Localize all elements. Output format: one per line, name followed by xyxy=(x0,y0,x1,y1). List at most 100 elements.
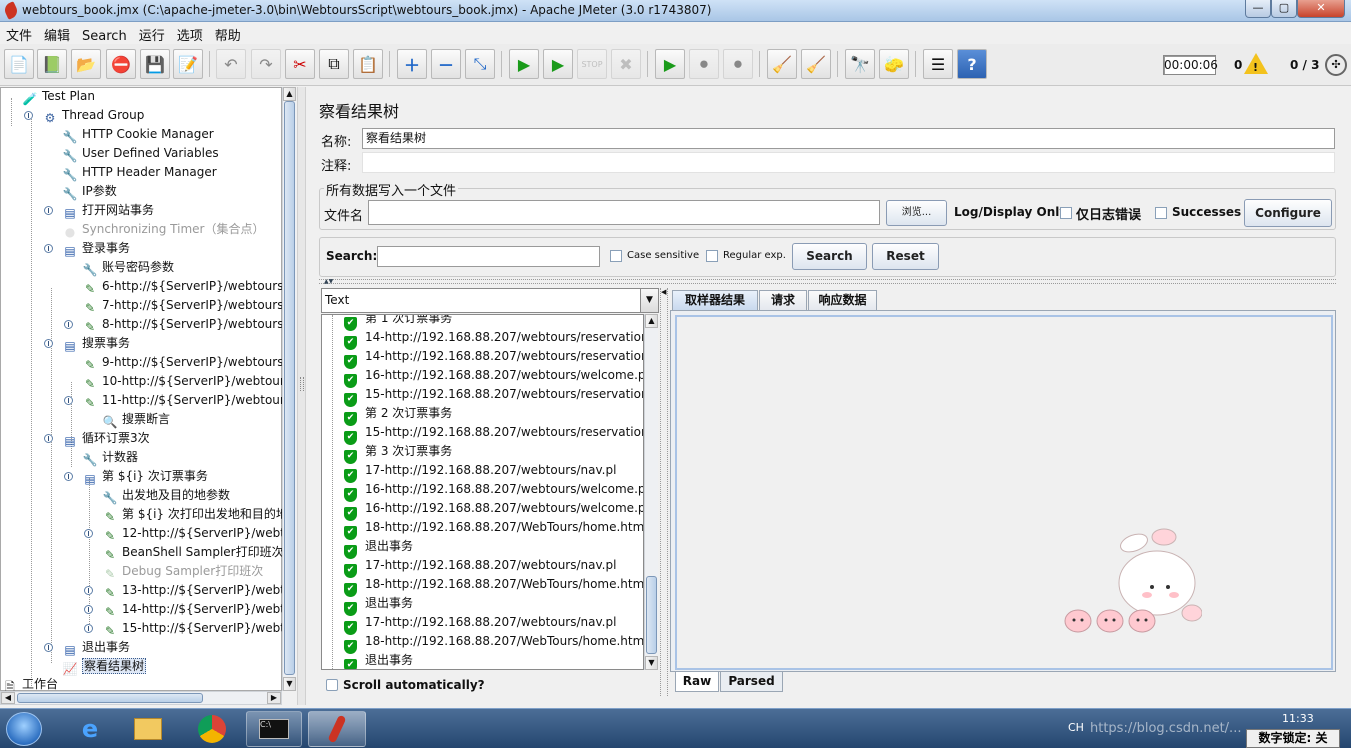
minimize-button[interactable]: — xyxy=(1245,0,1271,18)
tree-node[interactable]: ✎ 6-http://${ServerIP}/webtours/log xyxy=(82,277,282,296)
tree-node[interactable]: ✎ Debug Sampler打印班次 xyxy=(102,562,263,581)
tree-node[interactable]: ▤ 登录事务 xyxy=(62,239,130,258)
remote-shutdown-icon[interactable]: ⚫ xyxy=(723,49,753,79)
chevron-down-icon[interactable]: ▼ xyxy=(640,289,658,312)
expand-all-icon[interactable]: ＋ xyxy=(397,49,427,79)
result-item[interactable]: ✔ 14-http://192.168.88.207/webtours/reser… xyxy=(344,328,643,350)
tree-node[interactable]: 🔧 账号密码参数 xyxy=(82,258,175,277)
comment-input[interactable] xyxy=(362,152,1335,173)
clear-all-icon[interactable]: 🧹 xyxy=(801,49,831,79)
tree-node[interactable]: ✎ BeanShell Sampler打印班次 xyxy=(102,543,282,562)
result-item[interactable]: ✔ 第 1 次订票事务 xyxy=(344,315,452,331)
tab-response-data[interactable]: 响应数据 xyxy=(808,290,877,310)
scroll-up-icon[interactable]: ▲ xyxy=(645,314,658,328)
explorer-taskbar-button[interactable] xyxy=(120,711,176,747)
successes-checkbox[interactable] xyxy=(1155,207,1167,219)
copy-icon[interactable]: ⧉ xyxy=(319,49,349,79)
results-splitter[interactable] xyxy=(660,288,668,696)
tree-node[interactable]: ✎ 12-http://${ServerIP}/webtour xyxy=(102,524,282,543)
tree-expand-toggle[interactable] xyxy=(64,472,73,481)
shutdown-icon[interactable]: ✖ xyxy=(611,49,641,79)
result-item[interactable]: ✔ 退出事务 xyxy=(344,537,413,559)
remote-stop-icon[interactable]: ⚫ xyxy=(689,49,719,79)
scroll-down-icon[interactable]: ▼ xyxy=(283,677,296,691)
result-item[interactable]: ✔ 退出事务 xyxy=(344,651,413,669)
cmd-taskbar-button[interactable]: C:\ xyxy=(246,711,302,747)
tree-expand-toggle[interactable] xyxy=(84,605,93,614)
tree-expand-toggle[interactable] xyxy=(84,586,93,595)
horizontal-divider[interactable] xyxy=(319,279,1336,284)
start-icon[interactable]: ▶ xyxy=(509,49,539,79)
result-item[interactable]: ✔ 15-http://192.168.88.207/webtours/reser… xyxy=(344,423,643,445)
result-item[interactable]: ✔ 第 3 次订票事务 xyxy=(344,442,452,464)
scroll-right-icon[interactable]: ▶ xyxy=(267,692,281,704)
reset-button[interactable]: Reset xyxy=(872,243,939,270)
tree-expand-toggle[interactable] xyxy=(44,244,53,253)
browse-button[interactable]: 浏览... xyxy=(886,200,947,226)
tree-node[interactable]: 🔧 User Defined Variables xyxy=(62,144,219,163)
result-item[interactable]: ✔ 14-http://192.168.88.207/webtours/reser… xyxy=(344,347,643,369)
sampler-result-area[interactable] xyxy=(675,315,1333,670)
scroll-left-icon[interactable]: ◀ xyxy=(1,692,15,704)
tree-node[interactable]: ● Synchronizing Timer（集合点） xyxy=(62,220,265,239)
result-item[interactable]: ✔ 第 2 次订票事务 xyxy=(344,404,452,426)
collapse-all-icon[interactable]: － xyxy=(431,49,461,79)
filename-input[interactable] xyxy=(368,200,880,225)
case-sensitive-checkbox[interactable] xyxy=(610,250,622,262)
paste-icon[interactable]: 📋 xyxy=(353,49,383,79)
tree-expand-toggle[interactable] xyxy=(44,434,53,443)
ie-taskbar-button[interactable]: e xyxy=(62,711,118,747)
tree-expand-toggle[interactable] xyxy=(44,643,53,652)
tree-node[interactable]: 🔧 HTTP Header Manager xyxy=(62,163,217,182)
result-item[interactable]: ✔ 15-http://192.168.88.207/webtours/reser… xyxy=(344,385,643,407)
tree-node[interactable]: ▤ 打开网站事务 xyxy=(62,201,154,220)
configure-button[interactable]: Configure xyxy=(1244,199,1332,227)
tab-sampler-result[interactable]: 取样器结果 xyxy=(672,290,758,310)
tree-expand-toggle[interactable] xyxy=(84,624,93,633)
language-indicator[interactable]: CH xyxy=(1068,721,1084,734)
tree-node[interactable]: ✎ 8-http://${ServerIP}/webtours/log xyxy=(82,315,282,334)
scroll-auto-checkbox[interactable] xyxy=(326,679,338,691)
start-no-pauses-icon[interactable]: ▶ xyxy=(543,49,573,79)
sample-result-list[interactable]: ✔ 第 1 次订票事务 ✔ 14-http://192.168.88.207/webt… xyxy=(321,314,644,670)
tree-node[interactable]: ✎ 13-http://${ServerIP}/webtour xyxy=(102,581,282,600)
tab-request[interactable]: 请求 xyxy=(759,290,807,310)
tree-node[interactable]: 🔧 出发地及目的地参数 xyxy=(102,486,231,505)
split-pane-divider[interactable] xyxy=(297,87,306,705)
result-item[interactable]: ✔ 17-http://192.168.88.207/webtours/nav.p… xyxy=(344,461,616,483)
result-item[interactable]: ✔ 退出事务 xyxy=(344,594,413,616)
tab-raw[interactable]: Raw xyxy=(675,672,719,692)
regex-checkbox[interactable] xyxy=(706,250,718,262)
tree-node[interactable]: ✎ 10-http://${ServerIP}/webtours/na xyxy=(82,372,282,391)
tree-node[interactable]: ✎ 11-http://${ServerIP}/webtours/re xyxy=(82,391,282,410)
errors-only-checkbox[interactable] xyxy=(1060,207,1072,219)
scroll-up-icon[interactable]: ▲ xyxy=(283,87,296,101)
tree-node[interactable]: ▤ 第 ${i} 次订票事务 xyxy=(82,467,208,486)
tree-node[interactable]: ✎ 15-http://${ServerIP}/webtour xyxy=(102,619,282,638)
tree-vertical-scrollbar[interactable]: ▲ ▼ xyxy=(282,87,296,691)
result-item[interactable]: ✔ 16-http://192.168.88.207/webtours/welco… xyxy=(344,499,643,521)
tree-node[interactable]: 🔧 HTTP Cookie Manager xyxy=(62,125,214,144)
tree-expand-toggle[interactable] xyxy=(24,111,33,120)
tree-node[interactable]: ✎ 14-http://${ServerIP}/webtour xyxy=(102,600,282,619)
tree-node[interactable]: ▤ 循环订票3次 xyxy=(62,429,149,448)
toggle-icon[interactable]: ⤡ xyxy=(465,49,495,79)
jmeter-taskbar-button[interactable] xyxy=(308,711,366,747)
stop-icon[interactable]: STOP xyxy=(577,49,607,79)
result-item[interactable]: ✔ 16-http://192.168.88.207/webtours/welco… xyxy=(344,366,643,388)
tree-node[interactable]: 🔧 计数器 xyxy=(82,448,139,467)
close-button[interactable]: ✕ xyxy=(1297,0,1345,18)
start-button[interactable] xyxy=(6,712,42,746)
tree-node[interactable]: 🔍 搜票断言 xyxy=(102,410,171,429)
tree-expand-toggle[interactable] xyxy=(64,320,73,329)
tree-expand-toggle[interactable] xyxy=(64,396,73,405)
tree-node[interactable]: ✎ 7-http://${ServerIP}/webtours/nav xyxy=(82,296,282,315)
result-item[interactable]: ✔ 17-http://192.168.88.207/webtours/nav.p… xyxy=(344,556,616,578)
tree-node[interactable]: ⚙ Thread Group xyxy=(42,106,145,125)
tree-expand-toggle[interactable] xyxy=(44,339,53,348)
maximize-button[interactable]: ▢ xyxy=(1271,0,1297,18)
tree-node[interactable]: 🧪 Test Plan xyxy=(22,87,95,106)
results-vertical-scrollbar[interactable]: ▲ ▼ xyxy=(644,314,658,670)
tree-expand-toggle[interactable] xyxy=(84,529,93,538)
result-item[interactable]: ✔ 18-http://192.168.88.207/WebTours/home.… xyxy=(344,518,643,540)
